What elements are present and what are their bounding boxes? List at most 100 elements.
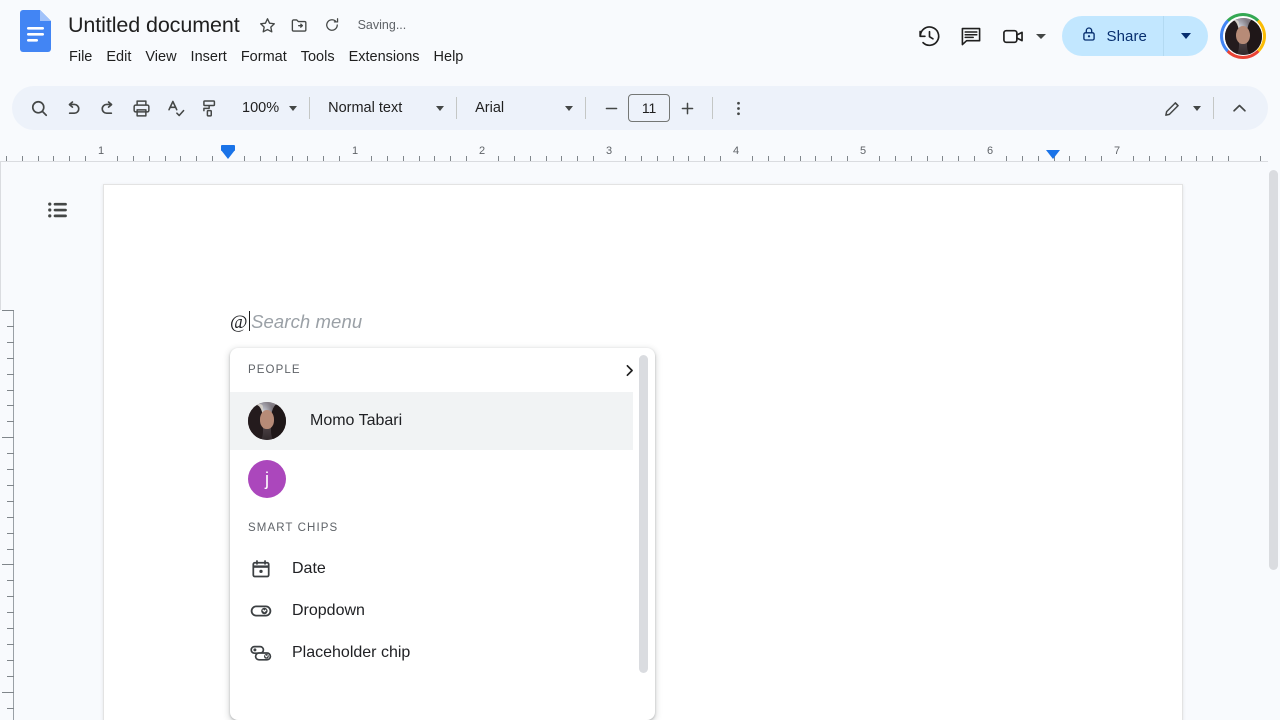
chip-label: Placeholder chip bbox=[292, 644, 410, 662]
list-item-person[interactable]: j bbox=[230, 450, 633, 508]
share-label: Share bbox=[1106, 28, 1147, 45]
chevron-down-icon bbox=[1193, 106, 1201, 111]
print-icon[interactable] bbox=[124, 91, 158, 125]
chip-label: Dropdown bbox=[292, 602, 365, 620]
video-camera-icon[interactable] bbox=[992, 15, 1034, 57]
toolbar-divider bbox=[456, 97, 457, 119]
toolbar-divider bbox=[309, 97, 310, 119]
paint-format-icon[interactable] bbox=[192, 91, 226, 125]
undo-icon[interactable] bbox=[56, 91, 90, 125]
editing-mode-select[interactable] bbox=[1152, 92, 1205, 124]
first-line-indent-marker[interactable] bbox=[221, 150, 235, 159]
at-menu-panel[interactable]: PEOPLE Momo Tabari j SMART CHIPS bbox=[230, 348, 655, 720]
docs-logo-icon[interactable] bbox=[20, 10, 51, 52]
toolbar-divider bbox=[1213, 97, 1214, 119]
zoom-value: 100% bbox=[242, 100, 279, 116]
section-title: SMART CHIPS bbox=[248, 522, 338, 534]
list-item-person[interactable]: Momo Tabari bbox=[230, 392, 633, 450]
menu-format[interactable]: Format bbox=[234, 44, 294, 70]
spellcheck-icon[interactable] bbox=[158, 91, 192, 125]
share-divider bbox=[1163, 16, 1164, 56]
chevron-down-icon bbox=[289, 106, 297, 111]
menu-insert[interactable]: Insert bbox=[184, 44, 234, 70]
paragraph-style-value: Normal text bbox=[328, 100, 402, 116]
star-icon[interactable] bbox=[254, 11, 282, 39]
menu-scrollbar-track[interactable] bbox=[639, 355, 648, 713]
app-header: Untitled document Saving... bbox=[0, 0, 1280, 78]
section-header-smart-chips: SMART CHIPS bbox=[230, 508, 655, 548]
ruler-number: 4 bbox=[733, 145, 739, 157]
section-header-people: PEOPLE bbox=[230, 348, 655, 392]
redo-icon[interactable] bbox=[90, 91, 124, 125]
move-to-folder-icon[interactable] bbox=[286, 11, 314, 39]
search-icon[interactable] bbox=[22, 91, 56, 125]
avatar bbox=[248, 402, 286, 440]
menu-file[interactable]: File bbox=[62, 44, 99, 70]
account-avatar[interactable] bbox=[1220, 13, 1266, 59]
ruler-number: 3 bbox=[606, 145, 612, 157]
menu-help[interactable]: Help bbox=[427, 44, 471, 70]
font-family-select[interactable]: Arial bbox=[465, 92, 577, 124]
ruler-number: 1 bbox=[352, 145, 358, 157]
menu-tools[interactable]: Tools bbox=[294, 44, 342, 70]
chip-label: Date bbox=[292, 560, 326, 578]
paragraph-style-select[interactable]: Normal text bbox=[318, 92, 448, 124]
list-item-date-chip[interactable]: Date bbox=[230, 548, 633, 590]
share-button-main[interactable]: Share bbox=[1062, 16, 1163, 56]
right-indent-marker[interactable] bbox=[1046, 150, 1060, 159]
vertical-ruler-line bbox=[13, 310, 14, 720]
menu-scrollbar-thumb[interactable] bbox=[639, 355, 648, 673]
avatar-photo bbox=[1225, 18, 1262, 55]
ruler-number: 5 bbox=[860, 145, 866, 157]
version-history-icon[interactable] bbox=[908, 15, 950, 57]
at-symbol: @ bbox=[230, 312, 248, 334]
placeholder-chip-icon bbox=[248, 641, 274, 665]
share-dropdown-button[interactable] bbox=[1164, 16, 1208, 56]
pencil-icon bbox=[1162, 98, 1183, 119]
toolbar-divider bbox=[585, 97, 586, 119]
at-mention-line[interactable]: @ Search menu bbox=[230, 308, 362, 336]
more-options-icon[interactable] bbox=[721, 91, 755, 125]
page-scrollbar-track[interactable] bbox=[1267, 162, 1280, 720]
calendar-icon bbox=[248, 558, 274, 580]
formatting-toolbar: 100% Normal text Arial 11 bbox=[12, 86, 1268, 130]
header-actions: Share bbox=[908, 0, 1270, 72]
chevron-down-icon bbox=[565, 106, 573, 111]
font-size-input[interactable]: 11 bbox=[628, 94, 670, 122]
meet-button-group[interactable] bbox=[992, 15, 1046, 57]
chevron-down-icon bbox=[1181, 33, 1191, 39]
share-button[interactable]: Share bbox=[1062, 16, 1208, 56]
chevron-down-icon[interactable] bbox=[1036, 34, 1046, 39]
document-title[interactable]: Untitled document bbox=[68, 11, 254, 39]
horizontal-ruler[interactable]: 1 1 2 3 4 5 6 7 bbox=[0, 140, 1268, 162]
ruler-number: 6 bbox=[987, 145, 993, 157]
decrease-font-size-button[interactable] bbox=[594, 91, 628, 125]
document-status-icon[interactable] bbox=[318, 11, 346, 39]
zoom-select[interactable]: 100% bbox=[232, 92, 301, 124]
list-item-placeholder-chip[interactable]: Placeholder chip bbox=[230, 632, 633, 674]
ruler-number: 2 bbox=[479, 145, 485, 157]
list-item-dropdown-chip[interactable]: Dropdown bbox=[230, 590, 633, 632]
vertical-ruler[interactable] bbox=[0, 310, 14, 720]
title-row: Untitled document Saving... bbox=[68, 8, 470, 42]
increase-font-size-button[interactable] bbox=[670, 91, 704, 125]
section-title: PEOPLE bbox=[248, 364, 301, 376]
text-cursor bbox=[249, 311, 251, 331]
save-status-text: Saving... bbox=[358, 18, 407, 32]
menu-view[interactable]: View bbox=[138, 44, 183, 70]
title-and-menu-block: Untitled document Saving... bbox=[68, 8, 470, 70]
chevron-down-icon bbox=[436, 106, 444, 111]
menu-bar: File Edit View Insert Format Tools Exten… bbox=[62, 44, 470, 70]
chevron-right-icon[interactable] bbox=[619, 360, 639, 380]
ruler-number: 1 bbox=[98, 145, 104, 157]
menu-edit[interactable]: Edit bbox=[99, 44, 138, 70]
document-outline-icon[interactable] bbox=[38, 190, 78, 230]
menu-extensions[interactable]: Extensions bbox=[342, 44, 427, 70]
toolbar-divider bbox=[712, 97, 713, 119]
page-scrollbar-thumb[interactable] bbox=[1269, 170, 1278, 570]
ruler-number: 7 bbox=[1114, 145, 1120, 157]
dropdown-chip-icon bbox=[248, 599, 274, 623]
avatar: j bbox=[248, 460, 286, 498]
collapse-toolbar-icon[interactable] bbox=[1222, 91, 1256, 125]
comment-icon[interactable] bbox=[950, 15, 992, 57]
